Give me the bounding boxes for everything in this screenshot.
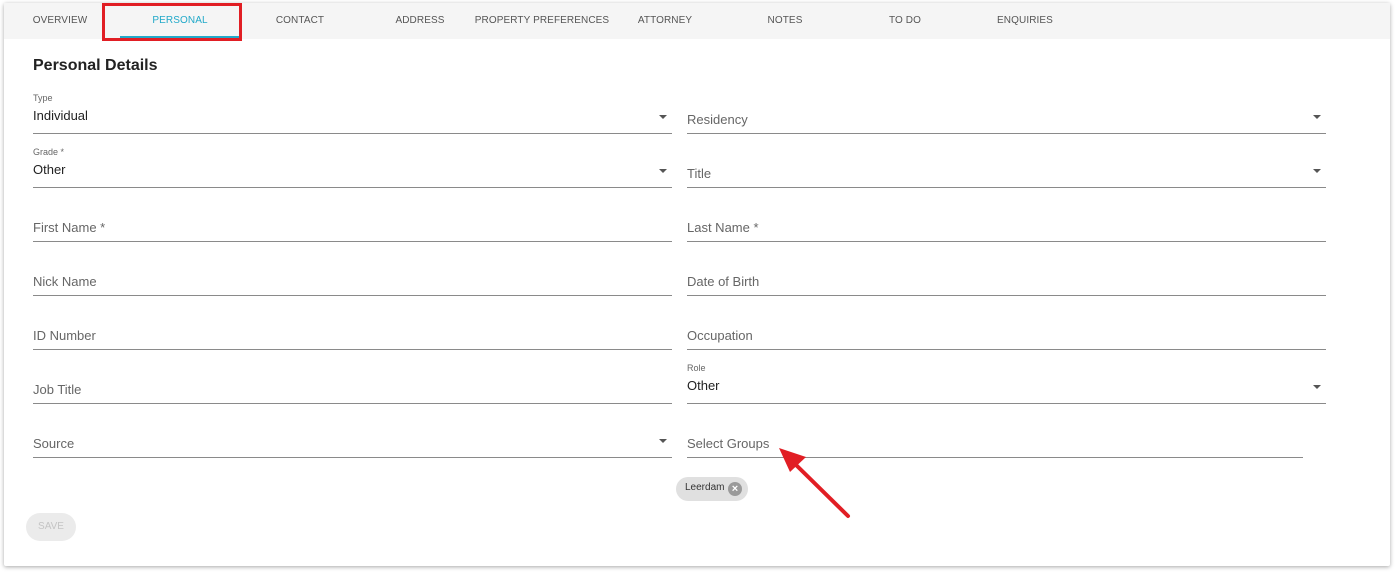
annotation-arrow-icon — [779, 448, 850, 518]
